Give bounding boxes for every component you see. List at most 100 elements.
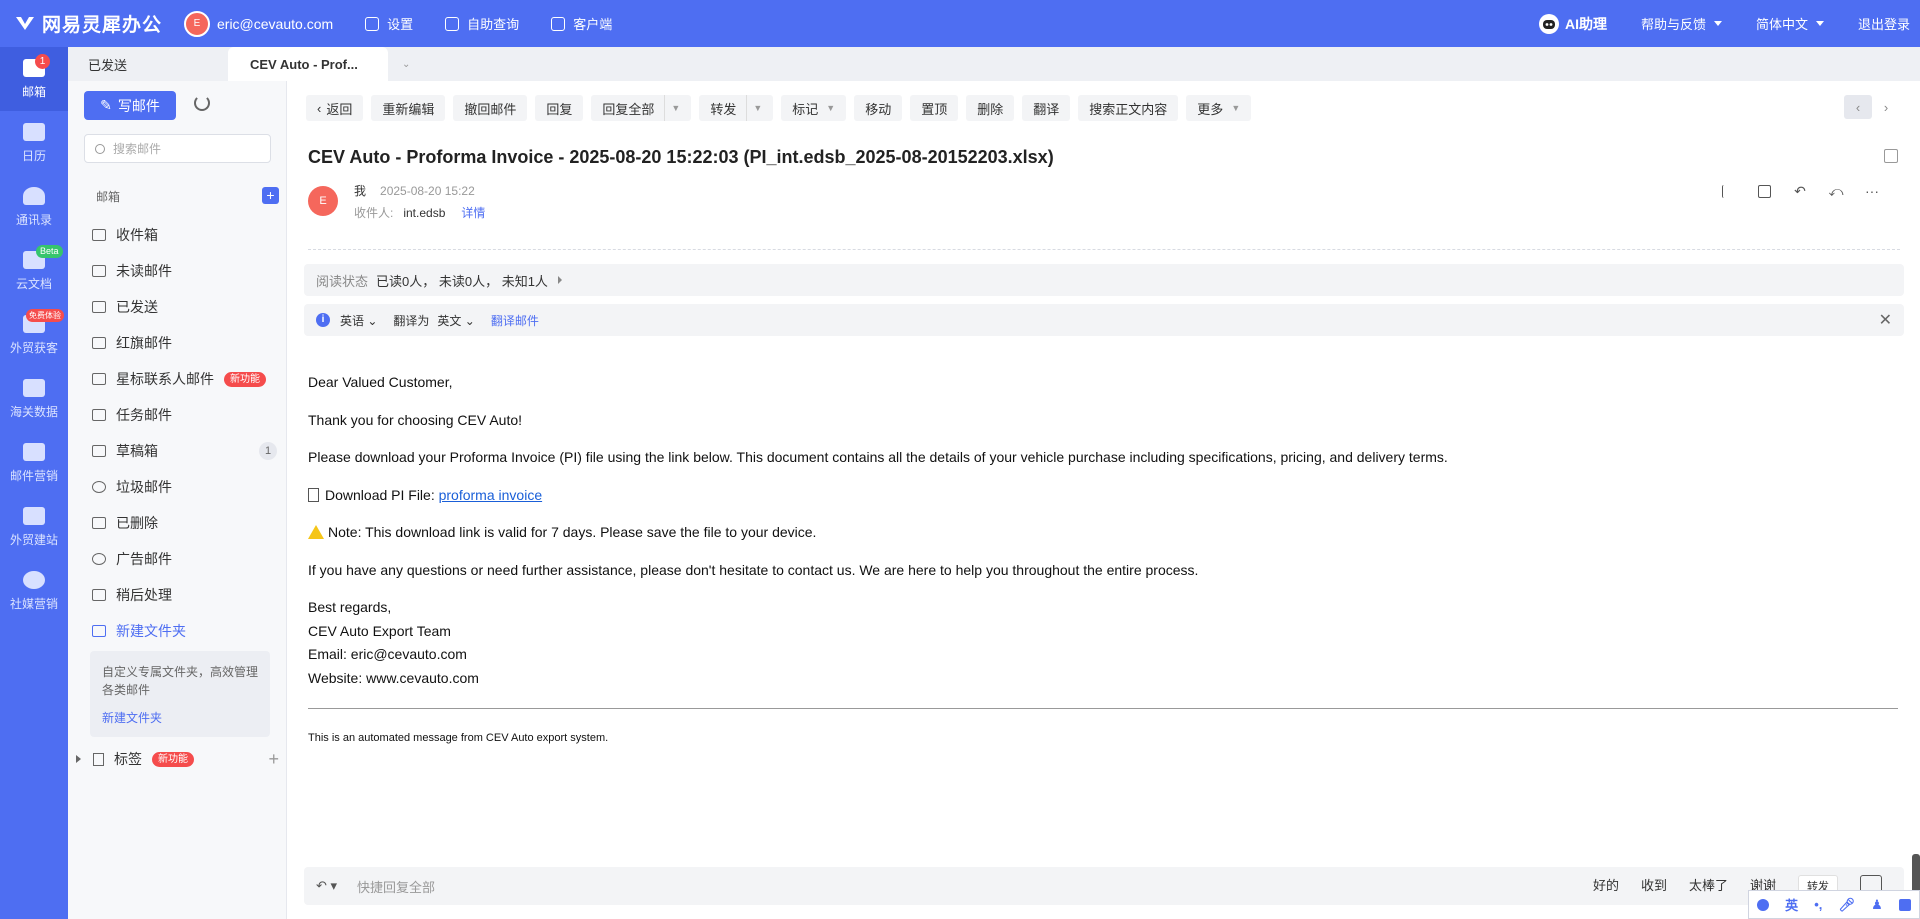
details-link[interactable]: 详情 bbox=[461, 206, 485, 220]
rail-item-email-marketing[interactable]: 邮件营销 bbox=[0, 431, 68, 495]
rail-item-mail[interactable]: 1 邮箱 bbox=[0, 47, 68, 111]
language-menu[interactable]: 简体中文 bbox=[1756, 14, 1824, 33]
button-label: 删除 bbox=[977, 101, 1004, 117]
microphone-icon[interactable]: 🎤︎ bbox=[1839, 897, 1856, 913]
tab-sent[interactable]: 已发送 bbox=[68, 47, 228, 81]
pin-top-button[interactable]: 置顶 bbox=[910, 95, 959, 121]
quick-reply-chip[interactable]: 收到 bbox=[1641, 875, 1667, 897]
mail-date: 2025-08-20 15:22 bbox=[380, 184, 475, 198]
forward-button[interactable]: 转发 ▼ bbox=[699, 95, 774, 121]
recall-button[interactable]: 撤回邮件 bbox=[453, 95, 528, 121]
reply-all-icon[interactable]: ⤺ bbox=[1818, 181, 1854, 201]
tab-label: CEV Auto - Prof... bbox=[250, 56, 358, 72]
mail-pager: ‹ › bbox=[1844, 95, 1900, 119]
new-folder-item[interactable]: 新建文件夹 bbox=[68, 613, 287, 649]
labels-section[interactable]: 标签 新功能 + bbox=[68, 745, 287, 773]
folder-sidebar: ✎ 写邮件 搜索邮件 邮箱 + 收件箱 未读邮件 已发送 红旗邮件 星标联系人邮件… bbox=[68, 81, 287, 919]
scrollbar[interactable] bbox=[1912, 854, 1920, 894]
folder-tasks[interactable]: 任务邮件 bbox=[68, 397, 287, 433]
quick-reply-input[interactable]: 快捷回复全部 bbox=[357, 877, 435, 896]
back-button[interactable]: ‹ 返回 bbox=[306, 95, 364, 121]
top-nav-self-service[interactable]: 自助查询 bbox=[445, 14, 519, 33]
search-body-button[interactable]: 搜索正文内容 bbox=[1078, 95, 1179, 121]
more-icon[interactable]: ··· bbox=[1854, 181, 1890, 201]
source-language-select[interactable]: 英语 ⌄ bbox=[340, 312, 377, 329]
move-button[interactable]: 移动 bbox=[854, 95, 903, 121]
logout-link[interactable]: 退出登录 bbox=[1858, 14, 1910, 33]
ime-language[interactable]: 英 bbox=[1785, 895, 1798, 914]
folder-sent[interactable]: 已发送 bbox=[68, 289, 287, 325]
reply-all-button[interactable]: 回复全部 ▼ bbox=[591, 95, 692, 121]
folder-ads[interactable]: 广告邮件 bbox=[68, 541, 287, 577]
new-feature-badge: 新功能 bbox=[152, 751, 194, 767]
rail-item-contacts[interactable]: 通讯录 bbox=[0, 175, 68, 239]
prev-mail-icon[interactable]: ‹ bbox=[1844, 95, 1872, 119]
reply-mode-icon[interactable]: ↶ ▾ bbox=[316, 878, 337, 894]
folder-unread[interactable]: 未读邮件 bbox=[68, 253, 287, 289]
quick-reply-chip[interactable]: 好的 bbox=[1593, 875, 1619, 897]
robot-icon bbox=[1538, 13, 1559, 34]
delete-button[interactable]: 删除 bbox=[966, 95, 1015, 121]
rail-item-site-builder[interactable]: 外贸建站 bbox=[0, 495, 68, 559]
button-label: 移动 bbox=[865, 101, 892, 117]
search-input[interactable]: 搜索邮件 bbox=[84, 134, 271, 163]
flag-icon[interactable] bbox=[1710, 181, 1746, 201]
folder-spam[interactable]: 垃圾邮件 bbox=[68, 469, 287, 505]
rail-item-calendar[interactable]: 日历 bbox=[0, 111, 68, 175]
top-nav-settings[interactable]: 设置 bbox=[365, 14, 413, 33]
rail-item-lead-gen[interactable]: 免费体验 外贸获客 bbox=[0, 303, 68, 367]
reply-button[interactable]: 回复 bbox=[535, 95, 584, 121]
ime-punct-icon[interactable]: •, bbox=[1814, 897, 1822, 912]
close-icon[interactable]: ✕ bbox=[1879, 310, 1892, 330]
top-nav-client[interactable]: 客户端 bbox=[551, 14, 612, 33]
folder-later[interactable]: 稍后处理 bbox=[68, 577, 287, 613]
chevron-down-icon[interactable]: ▼ bbox=[746, 95, 762, 121]
pin-window-icon[interactable] bbox=[1884, 149, 1898, 163]
folder-inbox[interactable]: 收件箱 bbox=[68, 217, 287, 253]
read-status-bar[interactable]: 阅读状态 已读0人， 未读0人， 未知1人 bbox=[304, 264, 1904, 296]
folder-deleted[interactable]: 已删除 bbox=[68, 505, 287, 541]
chevron-down-icon[interactable]: ▼ bbox=[664, 95, 680, 121]
folder-icon bbox=[92, 589, 106, 601]
folder-label: 任务邮件 bbox=[116, 407, 172, 423]
folder-label: 草稿箱 bbox=[116, 443, 158, 459]
add-folder-button[interactable]: + bbox=[262, 187, 279, 204]
ime-grid-icon[interactable] bbox=[1898, 898, 1911, 911]
quick-reply-chip[interactable]: 太棒了 bbox=[1689, 875, 1728, 897]
promo-new-folder-link[interactable]: 新建文件夹 bbox=[102, 709, 258, 727]
brand-logo[interactable]: 网易灵犀办公 bbox=[14, 10, 176, 37]
proforma-invoice-link[interactable]: proforma invoice bbox=[439, 487, 543, 503]
rail-item-social-marketing[interactable]: 社媒营销 bbox=[0, 559, 68, 623]
folder-starred-contacts[interactable]: 星标联系人邮件 新功能 bbox=[68, 361, 287, 397]
account-switcher[interactable]: E eric@cevauto.com bbox=[184, 10, 333, 37]
ime-skin-icon[interactable]: ♟ bbox=[1871, 897, 1883, 913]
folder-list: 收件箱 未读邮件 已发送 红旗邮件 星标联系人邮件 新功能 任务邮件 草稿箱 1 垃… bbox=[68, 217, 287, 649]
folder-drafts[interactable]: 草稿箱 1 bbox=[68, 433, 287, 469]
mark-button[interactable]: 标记 ▼ bbox=[781, 95, 847, 121]
rail-item-cloud-docs[interactable]: Beta 云文档 bbox=[0, 239, 68, 303]
ime-logo-icon[interactable] bbox=[1757, 898, 1770, 911]
translate-mail-link[interactable]: 翻译邮件 bbox=[491, 312, 539, 329]
chevron-down-icon[interactable]: ⌄ bbox=[402, 59, 410, 70]
folder-flagged[interactable]: 红旗邮件 bbox=[68, 325, 287, 361]
translate-button[interactable]: 翻译 bbox=[1022, 95, 1071, 121]
reedit-button[interactable]: 重新编辑 bbox=[371, 95, 446, 121]
tab-current-mail[interactable]: CEV Auto - Prof... bbox=[228, 47, 388, 81]
recipient-label: 收件人: bbox=[354, 206, 394, 220]
caret-right-icon[interactable] bbox=[76, 755, 81, 763]
automated-footer: This is an automated message from CEV Au… bbox=[308, 732, 609, 744]
rail-item-customs-data[interactable]: 海关数据 bbox=[0, 367, 68, 431]
compose-button[interactable]: ✎ 写邮件 bbox=[84, 91, 176, 120]
ai-assistant-button[interactable]: AI助理 bbox=[1538, 13, 1607, 34]
next-mail-icon[interactable]: › bbox=[1872, 95, 1900, 119]
reply-icon[interactable]: ↶ bbox=[1782, 181, 1818, 201]
bookmark-icon[interactable] bbox=[1746, 181, 1782, 201]
target-language-select[interactable]: 英文 ⌄ bbox=[437, 312, 474, 329]
recipient-name[interactable]: int.edsb bbox=[403, 206, 445, 220]
sender-name[interactable]: 我 bbox=[354, 184, 366, 198]
more-button[interactable]: 更多 ▼ bbox=[1186, 95, 1252, 121]
help-feedback-menu[interactable]: 帮助与反馈 bbox=[1641, 14, 1722, 33]
folder-label: 红旗邮件 bbox=[116, 335, 172, 351]
refresh-icon[interactable] bbox=[194, 95, 210, 111]
add-label-icon[interactable]: + bbox=[268, 749, 279, 770]
